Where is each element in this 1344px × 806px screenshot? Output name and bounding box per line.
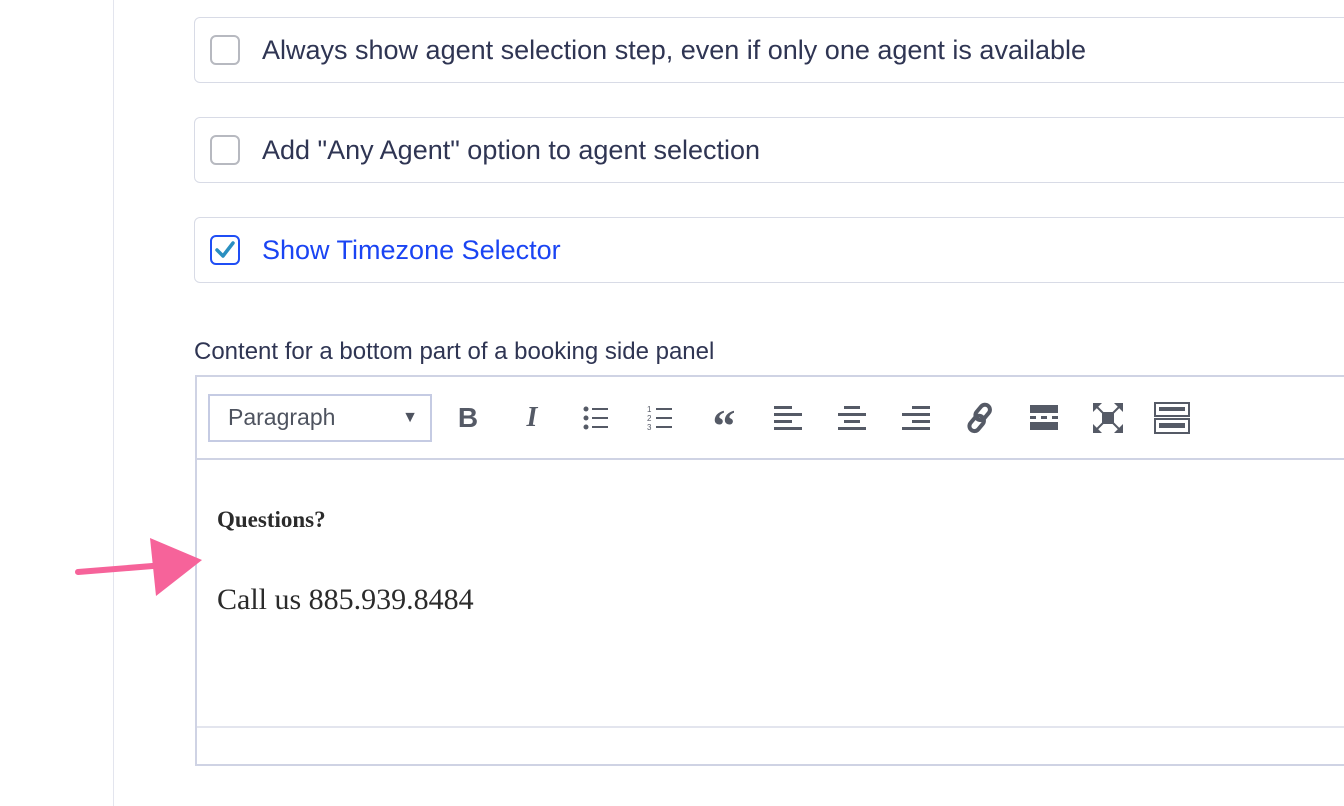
numbered-list-button[interactable]: 123 — [628, 394, 692, 442]
align-left-button[interactable] — [756, 394, 820, 442]
format-select-value: Paragraph — [228, 404, 336, 430]
read-more-icon — [1030, 404, 1058, 430]
checkbox-checked[interactable] — [210, 235, 240, 265]
align-right-button[interactable] — [884, 394, 948, 442]
blockquote-icon: “ — [712, 399, 736, 451]
align-left-icon — [774, 405, 802, 430]
checkmark-icon — [215, 241, 235, 258]
fullscreen-icon — [1093, 402, 1123, 433]
content-heading: Questions? — [217, 507, 326, 532]
align-center-button[interactable] — [820, 394, 884, 442]
align-right-icon — [902, 405, 930, 430]
editor-content[interactable]: Questions? Call us 885.939.8484 — [217, 507, 474, 617]
editor-statusbar-divider — [197, 726, 1344, 728]
svg-text:1: 1 — [647, 405, 652, 414]
chevron-down-icon: ▼ — [402, 408, 418, 426]
checkbox[interactable] — [210, 135, 240, 165]
link-icon — [967, 402, 992, 433]
option-any-agent[interactable]: Add "Any Agent" option to agent selectio… — [194, 117, 1344, 183]
toolbar-toggle-icon — [1154, 401, 1190, 434]
editor-toolbar: Paragraph ▼ B I 123 “ — [197, 377, 1344, 460]
italic-icon: I — [526, 401, 538, 433]
option-label: Show Timezone Selector — [262, 234, 561, 265]
annotation-arrow-icon — [75, 538, 202, 596]
bold-button[interactable]: B — [436, 394, 500, 442]
format-select[interactable]: Paragraph ▼ — [208, 393, 432, 442]
content-body: Call us 885.939.8484 — [217, 583, 474, 616]
checkbox[interactable] — [210, 35, 240, 65]
svg-text:3: 3 — [647, 423, 652, 432]
numbered-list-icon: 123 — [647, 405, 672, 432]
option-always-show-agent-step[interactable]: Always show agent selection step, even i… — [194, 17, 1344, 83]
editor-section-label: Content for a bottom part of a booking s… — [194, 338, 715, 365]
link-button[interactable] — [948, 394, 1012, 442]
svg-text:2: 2 — [647, 414, 652, 423]
sidebar-divider — [113, 0, 114, 806]
bullet-list-icon — [583, 406, 608, 429]
bold-icon: B — [457, 401, 479, 433]
option-label: Add "Any Agent" option to agent selectio… — [262, 134, 761, 165]
align-center-icon — [838, 405, 866, 430]
option-show-timezone-selector[interactable]: Show Timezone Selector — [194, 217, 1344, 283]
toolbar-toggle-button[interactable] — [1140, 394, 1204, 442]
option-label: Always show agent selection step, even i… — [262, 34, 1087, 65]
rich-text-editor: Paragraph ▼ B I 123 “ Questions? Call us… — [195, 375, 1344, 766]
fullscreen-button[interactable] — [1076, 394, 1140, 442]
italic-button[interactable]: I — [500, 394, 564, 442]
bullet-list-button[interactable] — [564, 394, 628, 442]
read-more-button[interactable] — [1012, 394, 1076, 442]
blockquote-button[interactable]: “ — [692, 394, 756, 448]
